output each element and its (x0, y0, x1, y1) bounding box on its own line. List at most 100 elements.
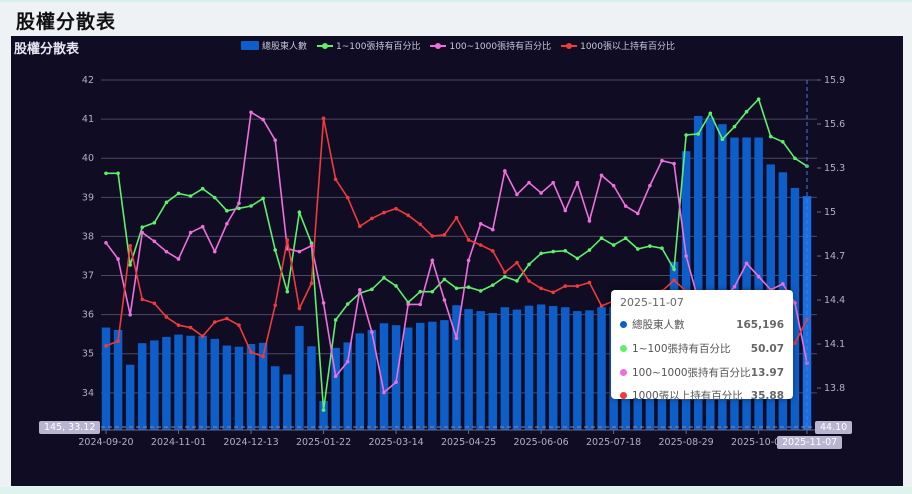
bar-shareholders (295, 325, 304, 430)
line-1-100-point (140, 225, 145, 230)
bar-shareholders (585, 310, 594, 430)
line-1000-plus-point (200, 334, 205, 338)
bar-shareholders (101, 327, 111, 430)
line-100-1000-point (539, 191, 543, 195)
line-1-100-point (490, 283, 495, 287)
line-1-100-point (466, 285, 471, 290)
line-1-100-point (720, 137, 725, 142)
line-1-100-point (249, 204, 253, 208)
line-1-100-point (321, 408, 326, 412)
line-1-100-point (176, 191, 181, 196)
x-tick-label: 2024-11-01 (151, 437, 206, 448)
line-1-100-point (128, 263, 132, 267)
line-100-1000-point (563, 208, 568, 213)
y-left-tick: 38 (82, 231, 94, 242)
line-1000-plus-point (527, 279, 531, 283)
x-tick-label: 2025-07-18 (586, 437, 641, 448)
legend-item-1000-plus[interactable]: 1000張以上持有百分比 (561, 39, 675, 52)
y-right-tick: 14.4 (824, 295, 845, 306)
line-1-100-point (237, 206, 241, 211)
bar-shareholders (234, 346, 244, 430)
line-1-100-point (394, 284, 398, 288)
bar-shareholders (355, 333, 365, 430)
line-1-100-point (164, 200, 169, 205)
bar-shareholders (113, 329, 123, 430)
x-tick-label: 2025-04-25 (441, 437, 496, 448)
line-1000-plus-point (793, 341, 797, 345)
line-100-1000-point (261, 117, 265, 122)
line-100-1000-point (358, 287, 362, 292)
line-1000-plus-point (672, 278, 676, 283)
line-100-1000-point (490, 227, 495, 232)
line-1-100-point (478, 289, 483, 293)
legend-item-100-1000[interactable]: 100~1000張持有百分比 (430, 39, 551, 52)
chart-svg: 34 35 36 37 38 39 40 41 42 13.8 14.1 14.4 14.7 15 15.3… (78, 75, 845, 448)
line-1-100-point (345, 302, 350, 306)
line-100-1000-point (297, 249, 302, 254)
line-100-1000-point (225, 221, 229, 226)
bar-shareholders (125, 364, 135, 430)
line-1-100-point (708, 111, 713, 116)
y-left-tick: 39 (82, 192, 94, 203)
bar-shareholders (174, 334, 183, 430)
line-1000-plus-point (309, 281, 314, 286)
bar-shareholders (162, 336, 171, 430)
line-100-1000-point (394, 380, 398, 384)
bar-shareholders (415, 322, 425, 430)
line-1-100-point (382, 275, 386, 280)
chart-panel: 34 35 36 37 38 39 40 41 42 13.8 14.1 14.4 14.7 15 15.3… (11, 36, 903, 486)
line-1-100-point (660, 246, 664, 250)
crosshair-left-label: 145, 33.12 (39, 421, 101, 434)
line-1000-plus-point (370, 216, 374, 221)
line-100-1000-point (744, 261, 749, 266)
legend-item-1-100[interactable]: 1~100張持有百分比 (317, 39, 420, 52)
x-tick-label: 2024-09-20 (78, 437, 133, 448)
line-1000-plus-point (152, 301, 157, 306)
tooltip-label: 1000張以上持有百分比 (632, 390, 743, 402)
line-1-100-point (418, 289, 423, 294)
line-100-1000-point (128, 312, 132, 317)
line-100-1000-point (249, 110, 253, 115)
line-100-1000-point (370, 330, 374, 335)
line-1-100-point (599, 236, 604, 241)
bar-shareholders (512, 309, 522, 430)
tooltip-row: 1000張以上持有百分比 35.88 (620, 388, 784, 403)
line-1-100-point (768, 134, 773, 139)
crosshair-x-label: 2025-11-07 (777, 436, 843, 449)
legend-item-shareholders[interactable]: 總股東人數 (241, 39, 307, 52)
line-100-1000-point (454, 336, 459, 340)
bar-shareholders (476, 311, 485, 430)
line-1-100-point (732, 124, 737, 129)
line-1-100-point (756, 97, 761, 101)
series-dot-icon (620, 392, 627, 399)
legend-line-swatch (430, 41, 447, 50)
line-1-100-point (430, 289, 435, 294)
line-1000-plus-point (454, 215, 459, 220)
y-left-tick: 42 (82, 75, 94, 86)
bar-shareholders (536, 304, 546, 430)
line-100-1000-point (781, 282, 785, 286)
x-tick-label: 2025-08-29 (659, 437, 714, 448)
line-1000-plus-point (116, 339, 120, 344)
top-border (0, 0, 912, 2)
line-1000-plus-point (128, 244, 132, 248)
line-1-100-point (575, 256, 580, 261)
line-1-100-point (623, 236, 628, 241)
line-1000-plus-point (599, 304, 604, 308)
y-right-tick: 14.1 (824, 339, 845, 350)
line-1-100-point (261, 196, 265, 201)
line-1-100-point (116, 171, 120, 176)
line-100-1000-point (152, 239, 157, 244)
tooltip-value: 35.88 (750, 389, 784, 402)
legend-label: 總股東人數 (262, 42, 308, 52)
line-100-1000-point (660, 158, 664, 163)
line-1-100-point (297, 210, 302, 215)
line-1000-plus-point (273, 303, 278, 308)
bottom-strip (0, 487, 912, 494)
line-1-100-point (672, 267, 676, 272)
legend-bar-swatch (241, 41, 259, 50)
page-title: 股權分散表 (16, 11, 117, 33)
bar-shareholders (500, 307, 510, 430)
line-1000-plus-point (188, 325, 193, 330)
bar-shareholders (198, 335, 207, 430)
